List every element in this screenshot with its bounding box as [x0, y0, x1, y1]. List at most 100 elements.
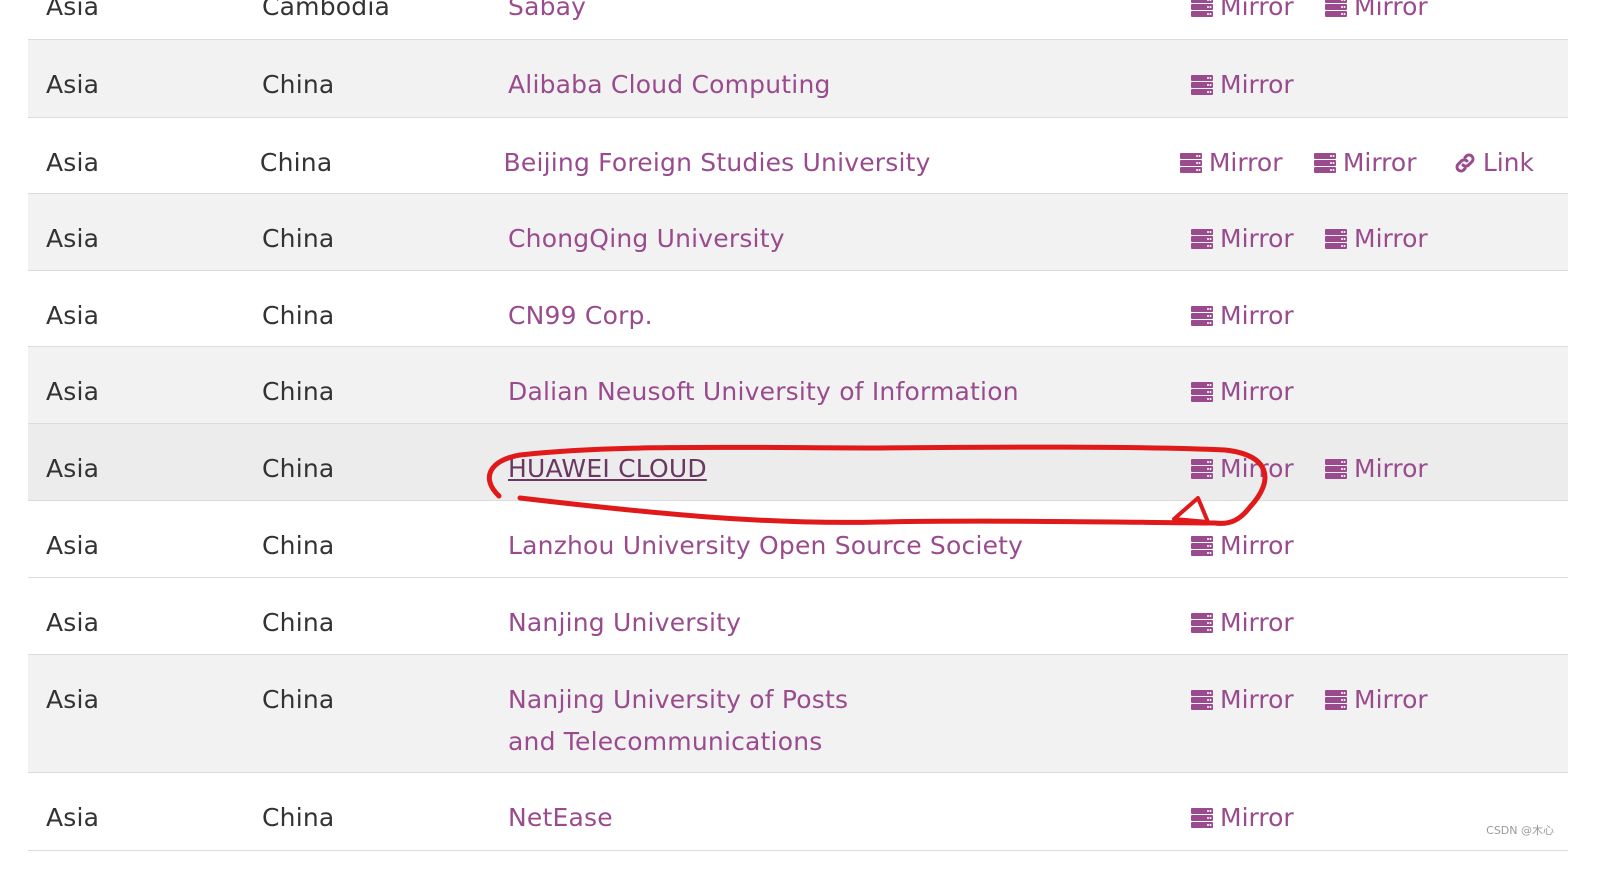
mirror-link-label: Mirror [1220, 301, 1294, 330]
links-cell: Mirror [1148, 602, 1324, 644]
mirror-name-link[interactable]: Nanjing University of Posts and Telecomm… [508, 685, 848, 756]
mirror-link[interactable]: Mirror [1190, 448, 1324, 490]
links-cell: Mirror [1148, 525, 1324, 567]
continent-cell: Asia [46, 301, 100, 330]
mirror-link[interactable]: Mirror [1190, 679, 1324, 721]
server-icon [1191, 613, 1213, 633]
server-icon [1191, 382, 1213, 402]
links-cell: Mirror [1148, 797, 1324, 839]
mirror-name-link[interactable]: NetEase [508, 803, 613, 832]
mirror-link[interactable]: Mirror [1324, 448, 1458, 490]
website-link[interactable]: Link [1453, 142, 1534, 184]
mirror-name-cell: Beijing Foreign Studies University [486, 142, 1137, 184]
country-cell: China [262, 224, 335, 253]
country-cell: China [262, 70, 335, 99]
links-cell: Mirror Mirror [1148, 218, 1458, 260]
server-icon [1191, 229, 1213, 249]
table-row: Asia China HUAWEI CLOUD Mirror Mirror [28, 424, 1568, 501]
continent-cell: Asia [46, 608, 100, 637]
country-cell: China [262, 531, 335, 560]
mirror-link[interactable]: Mirror [1313, 142, 1447, 184]
continent-cell: Asia [46, 377, 100, 406]
mirror-name-cell: Lanzhou University Open Source Society [490, 525, 1148, 567]
mirror-name-cell: Nanjing University [490, 602, 1148, 644]
mirror-link[interactable]: Mirror [1190, 218, 1324, 260]
mirror-link[interactable]: Mirror [1190, 602, 1324, 644]
continent-cell: Asia [46, 224, 100, 253]
mirror-link-label: Mirror [1354, 224, 1428, 253]
mirror-name-link[interactable]: CN99 Corp. [508, 301, 653, 330]
mirror-link[interactable]: Mirror [1190, 0, 1324, 28]
mirror-name-cell: Nanjing University of Posts and Telecomm… [490, 679, 1148, 763]
mirror-name-link[interactable]: Beijing Foreign Studies University [504, 148, 931, 177]
mirror-name-link[interactable]: Sabay [508, 0, 586, 21]
continent-cell: Asia [46, 803, 100, 832]
table-row: Asia China Dalian Neusoft University of … [28, 347, 1568, 424]
mirror-name-cell: NetEase [490, 797, 1148, 839]
table-row: Asia China CN99 Corp. Mirror [28, 271, 1568, 347]
mirror-name-cell: Sabay [490, 0, 1148, 28]
chain-link-icon [1455, 153, 1475, 173]
mirror-link-label: Mirror [1208, 148, 1283, 177]
country-cell: China [262, 377, 335, 406]
mirror-link-label: Mirror [1220, 685, 1294, 714]
server-icon [1191, 306, 1213, 326]
mirror-link[interactable]: Mirror [1190, 64, 1324, 106]
continent-cell: Asia [46, 148, 100, 177]
server-icon [1325, 690, 1347, 710]
mirror-link-label: Mirror [1220, 377, 1294, 406]
table-row: Asia China Lanzhou University Open Sourc… [28, 501, 1568, 578]
mirror-link-label: Mirror [1354, 454, 1428, 483]
mirror-link[interactable]: Mirror [1324, 218, 1458, 260]
table-row: Asia China NetEase Mirror [28, 773, 1568, 851]
table-row: Asia China Nanjing University of Posts a… [28, 655, 1568, 773]
server-icon [1325, 229, 1347, 249]
mirror-link-label: Mirror [1220, 0, 1294, 21]
mirror-name-cell: Alibaba Cloud Computing [490, 64, 1148, 106]
table-row: Asia China ChongQing University Mirror M… [28, 194, 1568, 271]
mirror-link[interactable]: Mirror [1190, 371, 1324, 413]
mirror-name-link[interactable]: HUAWEI CLOUD [508, 454, 707, 483]
mirror-link[interactable]: Mirror [1190, 525, 1324, 567]
website-link-label: Link [1482, 148, 1535, 177]
links-cell: Mirror Mirror [1148, 679, 1458, 721]
mirror-link-label: Mirror [1220, 70, 1294, 99]
mirror-link-label: Mirror [1220, 803, 1294, 832]
server-icon [1191, 808, 1213, 828]
table-row: Asia Cambodia Sabay Mirror Mirror [28, 0, 1568, 40]
mirror-link[interactable]: Mirror [1324, 679, 1458, 721]
mirror-name-link[interactable]: Nanjing University [508, 608, 741, 637]
country-cell: China [262, 301, 335, 330]
mirror-link[interactable]: Mirror [1179, 142, 1313, 184]
server-icon [1325, 0, 1347, 17]
mirror-link[interactable]: Mirror [1190, 295, 1324, 337]
table-row: Asia China Nanjing University Mirror [28, 578, 1568, 655]
server-icon [1191, 690, 1213, 710]
continent-cell: Asia [46, 454, 100, 483]
mirror-name-link[interactable]: Dalian Neusoft University of Information [508, 377, 1019, 406]
table-row: Asia China Beijing Foreign Studies Unive… [28, 118, 1568, 194]
table-row: Asia China Alibaba Cloud Computing Mirro… [28, 40, 1568, 118]
mirror-link-label: Mirror [1342, 148, 1417, 177]
mirror-link-label: Mirror [1220, 531, 1294, 560]
country-cell: China [259, 148, 333, 177]
mirror-name-link[interactable]: ChongQing University [508, 224, 785, 253]
mirror-name-link[interactable]: Alibaba Cloud Computing [508, 70, 831, 99]
server-icon [1191, 459, 1213, 479]
continent-cell: Asia [46, 531, 100, 560]
country-cell: China [262, 803, 335, 832]
server-icon [1191, 75, 1213, 95]
mirror-link-label: Mirror [1220, 608, 1294, 637]
mirror-name-link[interactable]: Lanzhou University Open Source Society [508, 531, 1023, 560]
mirror-link-label: Mirror [1220, 224, 1294, 253]
country-cell: China [262, 685, 335, 714]
links-cell: Mirror [1148, 371, 1324, 413]
mirror-link[interactable]: Mirror [1190, 797, 1324, 839]
mirror-name-cell: HUAWEI CLOUD [490, 448, 1148, 490]
server-icon [1179, 153, 1202, 173]
mirror-link[interactable]: Mirror [1324, 0, 1458, 28]
country-cell: Cambodia [262, 0, 391, 21]
mirror-name-cell: CN99 Corp. [490, 295, 1148, 337]
server-icon [1191, 0, 1213, 17]
server-icon [1191, 536, 1213, 556]
